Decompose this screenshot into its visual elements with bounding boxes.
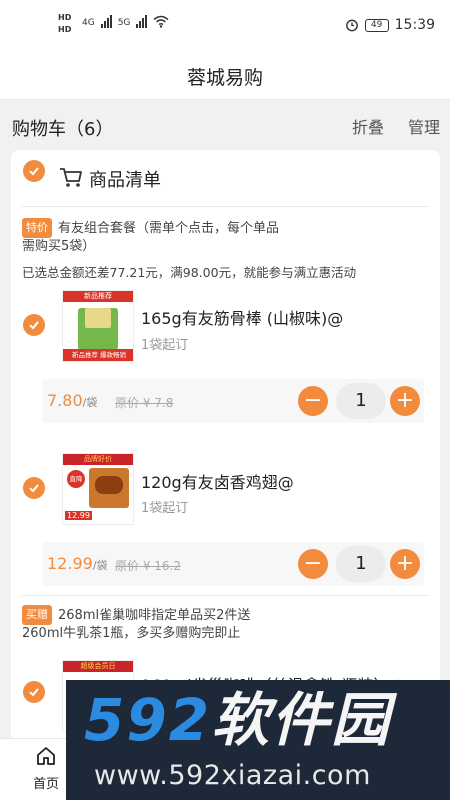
- status-right: 49 15:39: [345, 17, 435, 33]
- product-package-image: [78, 308, 118, 350]
- promo-note: 已选总金额还差77.21元，满98.00元，就能参与满立惠活动: [22, 265, 357, 280]
- divider: [21, 206, 430, 207]
- hd-badge-1: HD: [58, 13, 72, 22]
- price-row: 7.80/袋 原价 ¥ 7.8 − 1 +: [42, 379, 424, 423]
- thumb-banner: 新品推荐: [63, 291, 133, 302]
- tab-home-label: 首页: [32, 777, 59, 792]
- watermark-logo: 592软件园: [84, 686, 392, 754]
- status-bar: HD HD 4G 5G 49 15:39: [0, 0, 450, 54]
- promo-tag: 特价: [22, 218, 52, 238]
- tab-home[interactable]: 首页: [25, 745, 67, 792]
- check-icon: [29, 167, 39, 176]
- product-name[interactable]: 120g有友卤香鸡翅@: [141, 469, 294, 493]
- signal-bars-2-icon: [136, 14, 148, 28]
- battery-indicator: 49: [364, 18, 389, 32]
- product-price: 12.99/袋: [47, 554, 108, 573]
- product-checkbox[interactable]: [23, 477, 45, 499]
- thumb-banner: 品牌好价: [63, 454, 133, 465]
- check-icon: [29, 484, 39, 493]
- product-min-order: 1袋起订: [141, 338, 189, 353]
- network-5g-label: 5G: [117, 18, 131, 28]
- fold-button[interactable]: 折叠: [352, 114, 384, 138]
- quantity-value[interactable]: 1: [336, 383, 386, 419]
- hd-indicators: HD HD: [58, 13, 71, 35]
- promo-text: 268ml雀巢咖啡指定单品买2件送260ml牛乳茶1瓶，多买多赠购完即止: [22, 608, 251, 641]
- product-package-image: [89, 468, 129, 508]
- select-all-checkbox[interactable]: [23, 160, 45, 182]
- decrease-qty-button[interactable]: −: [298, 549, 328, 579]
- product-name[interactable]: 165g有友筋骨棒 (山椒味)@: [141, 305, 343, 329]
- original-price: 原价 ¥ 16.2: [115, 559, 181, 573]
- network-4g-label: 4G: [82, 18, 95, 28]
- signal-bars-1-icon: [100, 14, 112, 28]
- clock: 15:39: [394, 17, 435, 33]
- product-checkbox[interactable]: [23, 314, 45, 336]
- list-title: 商品清单: [89, 170, 161, 191]
- promo-text: 有友组合套餐（需单个点击，每个单品需购买5袋）: [22, 221, 280, 254]
- alarm-icon: [345, 19, 358, 32]
- promo-description: 买赠 268ml雀巢咖啡指定单品买2件送260ml牛乳茶1瓶，多买多赠购完即止: [22, 605, 272, 643]
- thumb-price: 12.99: [65, 511, 92, 520]
- thumb-badge: 直降: [67, 470, 85, 488]
- manage-button[interactable]: 管理: [408, 114, 440, 138]
- watermark-url: www.592xiazai.com: [94, 760, 371, 791]
- product-price: 7.80/袋: [47, 391, 98, 410]
- page-title: 蓉城易购: [186, 67, 263, 89]
- product-checkbox[interactable]: [23, 681, 45, 703]
- product-min-order: 1袋起订: [141, 501, 189, 516]
- decrease-qty-button[interactable]: −: [298, 386, 328, 416]
- promo-tag: 买赠: [22, 605, 52, 625]
- signal-group: 4G 5G: [82, 14, 169, 28]
- product-thumbnail[interactable]: 品牌好价 直降 12.99: [62, 453, 134, 525]
- home-icon: [37, 747, 55, 765]
- price-row: 12.99/袋 原价 ¥ 16.2 − 1 +: [42, 542, 424, 586]
- check-icon: [29, 688, 39, 697]
- divider: [21, 595, 430, 596]
- promo-description: 特价 有友组合套餐（需单个点击，每个单品需购买5袋）: [22, 218, 282, 256]
- watermark-overlay: 592软件园 www.592xiazai.com: [66, 680, 450, 800]
- increase-qty-button[interactable]: +: [390, 549, 420, 579]
- increase-qty-button[interactable]: +: [390, 386, 420, 416]
- thumb-footer: 新品推荐 爆款畅销: [63, 349, 133, 361]
- hd-badge-2: HD: [58, 25, 72, 34]
- check-icon: [29, 321, 39, 330]
- wifi-icon: [153, 15, 169, 28]
- product-thumbnail[interactable]: 新品推荐 新品推荐 爆款畅销: [62, 290, 134, 362]
- cart-icon: [60, 168, 82, 187]
- quantity-value[interactable]: 1: [336, 546, 386, 582]
- original-price: 原价 ¥ 7.8: [115, 396, 174, 410]
- cart-title: 购物车（6）: [12, 119, 114, 140]
- thumb-banner: 超级会员日: [63, 661, 133, 672]
- cart-bar: 购物车（6） 折叠 管理: [0, 100, 450, 150]
- app-header: 蓉城易购: [0, 54, 450, 100]
